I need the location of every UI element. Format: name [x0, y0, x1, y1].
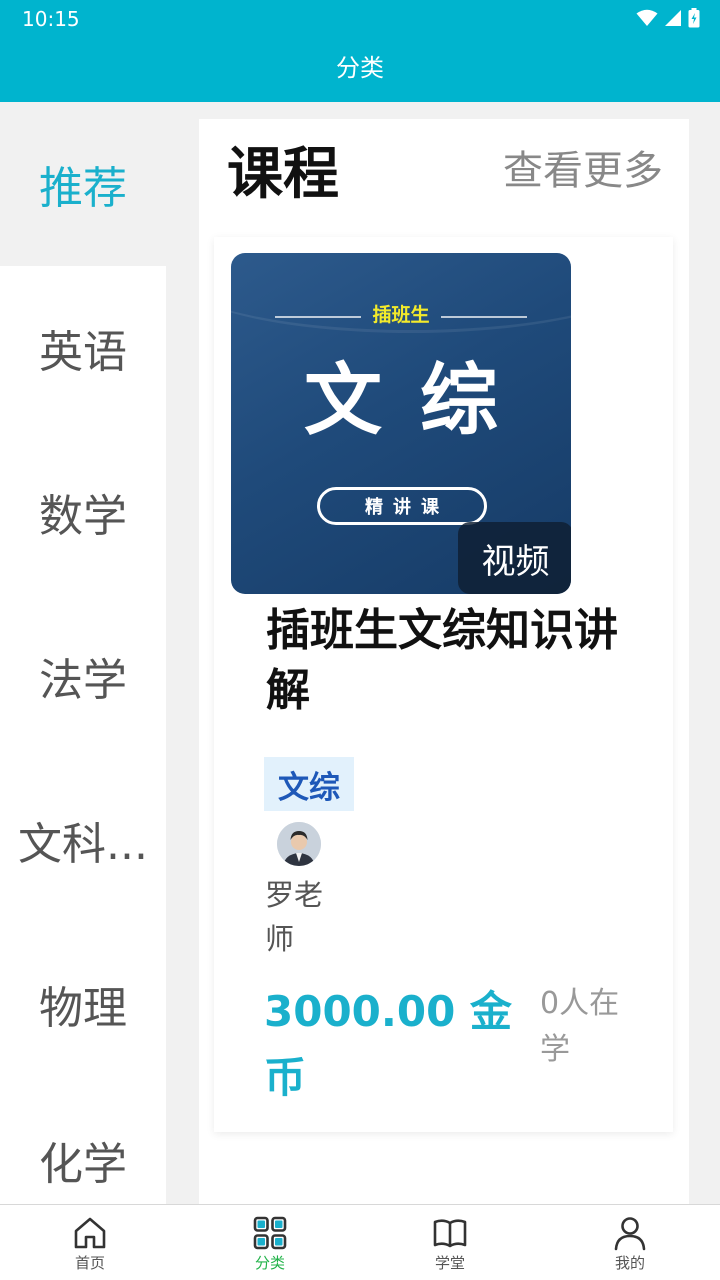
sidebar-item-english[interactable]: 英语	[0, 266, 166, 430]
teacher-name: 罗老师	[265, 878, 324, 956]
nav-label-mine: 我的	[614, 1254, 645, 1272]
nav-item-study[interactable]: 学堂	[360, 1205, 540, 1280]
app-header: 10:15 分类	[0, 0, 720, 102]
nav-label-home: 首页	[74, 1254, 105, 1272]
person-icon	[614, 1217, 646, 1251]
home-icon	[74, 1217, 106, 1249]
teacher-avatar	[277, 822, 321, 866]
status-time: 10:15	[22, 7, 80, 31]
course-price: 3000.00 金币	[264, 987, 512, 1102]
avatar-icon	[277, 822, 321, 866]
nav-item-mine[interactable]: 我的	[540, 1205, 720, 1280]
sidebar-item-law[interactable]: 法学	[0, 594, 166, 758]
sidebar-item-recommend[interactable]: 推荐	[0, 102, 166, 266]
bottom-navigation: 首页 分类 学堂 我的	[0, 1204, 720, 1280]
cover-title: 文综	[303, 356, 536, 446]
nav-item-home[interactable]: 首页	[0, 1205, 180, 1280]
course-panel: 课程 查看更多 插班生 文综 精讲课 视频 插班生文综知识讲解 文综 罗老师 3…	[199, 119, 689, 1204]
see-more-link[interactable]: 查看更多	[503, 147, 663, 195]
video-badge: 视频	[458, 522, 571, 594]
category-sidebar: 推荐 英语 数学 法学 文科... 物理 化学	[0, 102, 166, 1204]
page-title: 分类	[336, 54, 384, 82]
battery-icon	[688, 8, 700, 28]
grid-icon	[253, 1216, 287, 1250]
sidebar-item-math[interactable]: 数学	[0, 430, 166, 594]
course-tag: 文综	[264, 757, 354, 811]
sidebar-item-liberal-arts[interactable]: 文科...	[0, 758, 166, 922]
course-cover-image[interactable]: 插班生 文综 精讲课 视频	[231, 253, 571, 594]
nav-label-category: 分类	[254, 1254, 285, 1272]
book-icon	[433, 1219, 467, 1248]
wifi-icon	[636, 9, 658, 26]
signal-icon	[665, 10, 681, 26]
status-icons	[636, 6, 700, 30]
course-name[interactable]: 插班生文综知识讲解	[266, 601, 636, 721]
learner-count: 0人在学	[540, 986, 620, 1067]
course-card[interactable]: 插班生 文综 精讲课 视频 插班生文综知识讲解 文综 罗老师 3000.00 金…	[214, 237, 673, 1132]
nav-item-category[interactable]: 分类	[180, 1205, 360, 1280]
cover-badge: 精讲课	[317, 487, 487, 525]
sidebar-item-physics[interactable]: 物理	[0, 922, 166, 1086]
nav-label-study: 学堂	[434, 1254, 465, 1272]
section-title: 课程	[227, 142, 339, 207]
cover-subtitle: 插班生	[372, 304, 430, 326]
